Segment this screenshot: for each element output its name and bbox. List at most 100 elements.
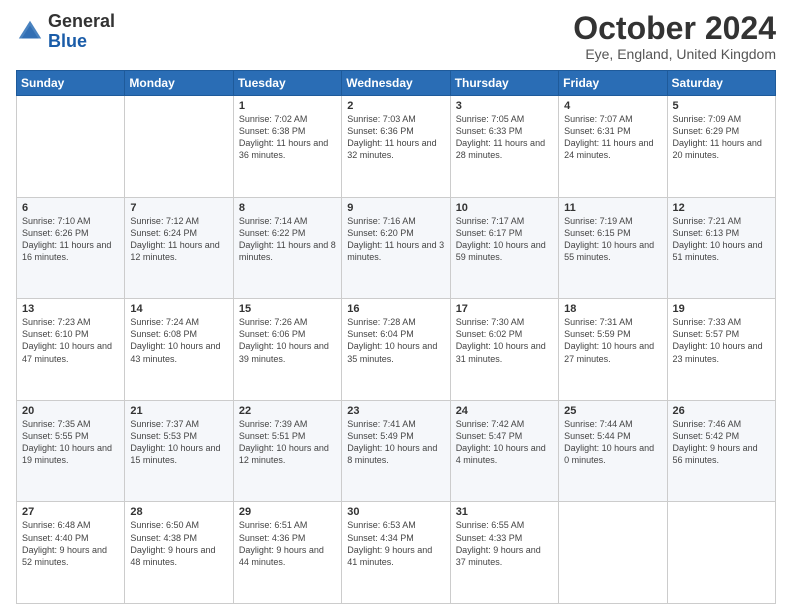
calendar-cell: 5Sunrise: 7:09 AM Sunset: 6:29 PM Daylig… xyxy=(667,96,775,198)
day-info: Sunrise: 7:24 AM Sunset: 6:08 PM Dayligh… xyxy=(130,316,227,365)
day-of-week-header: Wednesday xyxy=(342,71,450,96)
day-number: 14 xyxy=(130,303,227,315)
calendar-cell: 4Sunrise: 7:07 AM Sunset: 6:31 PM Daylig… xyxy=(559,96,667,198)
day-number: 1 xyxy=(239,100,336,112)
calendar-week-row: 27Sunrise: 6:48 AM Sunset: 4:40 PM Dayli… xyxy=(17,502,776,604)
day-number: 11 xyxy=(564,202,661,214)
calendar-cell: 13Sunrise: 7:23 AM Sunset: 6:10 PM Dayli… xyxy=(17,299,125,401)
calendar-cell: 8Sunrise: 7:14 AM Sunset: 6:22 PM Daylig… xyxy=(233,197,341,299)
calendar-cell: 11Sunrise: 7:19 AM Sunset: 6:15 PM Dayli… xyxy=(559,197,667,299)
logo-blue-text: Blue xyxy=(48,31,87,51)
logo-general-text: General xyxy=(48,11,115,31)
header: General Blue October 2024 Eye, England, … xyxy=(16,12,776,62)
calendar-cell xyxy=(17,96,125,198)
day-number: 15 xyxy=(239,303,336,315)
day-of-week-header: Tuesday xyxy=(233,71,341,96)
day-info: Sunrise: 7:30 AM Sunset: 6:02 PM Dayligh… xyxy=(456,316,553,365)
calendar-cell: 12Sunrise: 7:21 AM Sunset: 6:13 PM Dayli… xyxy=(667,197,775,299)
calendar-cell: 14Sunrise: 7:24 AM Sunset: 6:08 PM Dayli… xyxy=(125,299,233,401)
title-area: October 2024 Eye, England, United Kingdo… xyxy=(573,12,776,62)
day-info: Sunrise: 6:48 AM Sunset: 4:40 PM Dayligh… xyxy=(22,519,119,568)
day-number: 8 xyxy=(239,202,336,214)
day-info: Sunrise: 7:14 AM Sunset: 6:22 PM Dayligh… xyxy=(239,215,336,264)
calendar-cell: 20Sunrise: 7:35 AM Sunset: 5:55 PM Dayli… xyxy=(17,400,125,502)
day-number: 7 xyxy=(130,202,227,214)
location: Eye, England, United Kingdom xyxy=(573,46,776,62)
day-info: Sunrise: 6:51 AM Sunset: 4:36 PM Dayligh… xyxy=(239,519,336,568)
day-info: Sunrise: 7:23 AM Sunset: 6:10 PM Dayligh… xyxy=(22,316,119,365)
calendar-cell: 24Sunrise: 7:42 AM Sunset: 5:47 PM Dayli… xyxy=(450,400,558,502)
day-number: 16 xyxy=(347,303,444,315)
calendar-cell: 10Sunrise: 7:17 AM Sunset: 6:17 PM Dayli… xyxy=(450,197,558,299)
calendar-cell: 18Sunrise: 7:31 AM Sunset: 5:59 PM Dayli… xyxy=(559,299,667,401)
calendar-cell: 30Sunrise: 6:53 AM Sunset: 4:34 PM Dayli… xyxy=(342,502,450,604)
day-number: 17 xyxy=(456,303,553,315)
day-number: 24 xyxy=(456,405,553,417)
calendar-table: SundayMondayTuesdayWednesdayThursdayFrid… xyxy=(16,70,776,604)
day-number: 23 xyxy=(347,405,444,417)
day-info: Sunrise: 7:44 AM Sunset: 5:44 PM Dayligh… xyxy=(564,418,661,467)
calendar-cell: 15Sunrise: 7:26 AM Sunset: 6:06 PM Dayli… xyxy=(233,299,341,401)
calendar-cell: 22Sunrise: 7:39 AM Sunset: 5:51 PM Dayli… xyxy=(233,400,341,502)
day-of-week-header: Friday xyxy=(559,71,667,96)
day-info: Sunrise: 7:35 AM Sunset: 5:55 PM Dayligh… xyxy=(22,418,119,467)
calendar-cell: 19Sunrise: 7:33 AM Sunset: 5:57 PM Dayli… xyxy=(667,299,775,401)
day-number: 18 xyxy=(564,303,661,315)
calendar-cell: 7Sunrise: 7:12 AM Sunset: 6:24 PM Daylig… xyxy=(125,197,233,299)
calendar-cell: 29Sunrise: 6:51 AM Sunset: 4:36 PM Dayli… xyxy=(233,502,341,604)
day-of-week-header: Saturday xyxy=(667,71,775,96)
day-number: 3 xyxy=(456,100,553,112)
day-number: 21 xyxy=(130,405,227,417)
day-info: Sunrise: 7:31 AM Sunset: 5:59 PM Dayligh… xyxy=(564,316,661,365)
calendar-cell: 9Sunrise: 7:16 AM Sunset: 6:20 PM Daylig… xyxy=(342,197,450,299)
calendar-cell: 16Sunrise: 7:28 AM Sunset: 6:04 PM Dayli… xyxy=(342,299,450,401)
day-info: Sunrise: 7:41 AM Sunset: 5:49 PM Dayligh… xyxy=(347,418,444,467)
day-number: 29 xyxy=(239,506,336,518)
calendar-cell: 6Sunrise: 7:10 AM Sunset: 6:26 PM Daylig… xyxy=(17,197,125,299)
calendar-cell xyxy=(559,502,667,604)
day-info: Sunrise: 6:53 AM Sunset: 4:34 PM Dayligh… xyxy=(347,519,444,568)
day-number: 25 xyxy=(564,405,661,417)
month-title: October 2024 xyxy=(573,12,776,44)
calendar-week-row: 6Sunrise: 7:10 AM Sunset: 6:26 PM Daylig… xyxy=(17,197,776,299)
day-number: 4 xyxy=(564,100,661,112)
day-info: Sunrise: 7:21 AM Sunset: 6:13 PM Dayligh… xyxy=(673,215,770,264)
logo-text: General Blue xyxy=(48,12,115,52)
day-info: Sunrise: 7:07 AM Sunset: 6:31 PM Dayligh… xyxy=(564,113,661,162)
day-number: 5 xyxy=(673,100,770,112)
day-info: Sunrise: 7:37 AM Sunset: 5:53 PM Dayligh… xyxy=(130,418,227,467)
day-number: 22 xyxy=(239,405,336,417)
calendar-cell xyxy=(125,96,233,198)
day-info: Sunrise: 7:05 AM Sunset: 6:33 PM Dayligh… xyxy=(456,113,553,162)
day-number: 13 xyxy=(22,303,119,315)
day-number: 27 xyxy=(22,506,119,518)
day-number: 20 xyxy=(22,405,119,417)
calendar-cell: 31Sunrise: 6:55 AM Sunset: 4:33 PM Dayli… xyxy=(450,502,558,604)
day-of-week-header: Sunday xyxy=(17,71,125,96)
day-info: Sunrise: 7:46 AM Sunset: 5:42 PM Dayligh… xyxy=(673,418,770,467)
day-number: 19 xyxy=(673,303,770,315)
day-number: 31 xyxy=(456,506,553,518)
calendar-cell: 25Sunrise: 7:44 AM Sunset: 5:44 PM Dayli… xyxy=(559,400,667,502)
day-number: 2 xyxy=(347,100,444,112)
logo-icon xyxy=(16,18,44,46)
day-info: Sunrise: 7:26 AM Sunset: 6:06 PM Dayligh… xyxy=(239,316,336,365)
calendar-cell: 23Sunrise: 7:41 AM Sunset: 5:49 PM Dayli… xyxy=(342,400,450,502)
calendar-week-row: 13Sunrise: 7:23 AM Sunset: 6:10 PM Dayli… xyxy=(17,299,776,401)
day-info: Sunrise: 7:17 AM Sunset: 6:17 PM Dayligh… xyxy=(456,215,553,264)
calendar-week-row: 20Sunrise: 7:35 AM Sunset: 5:55 PM Dayli… xyxy=(17,400,776,502)
day-info: Sunrise: 7:28 AM Sunset: 6:04 PM Dayligh… xyxy=(347,316,444,365)
day-info: Sunrise: 7:09 AM Sunset: 6:29 PM Dayligh… xyxy=(673,113,770,162)
day-info: Sunrise: 7:42 AM Sunset: 5:47 PM Dayligh… xyxy=(456,418,553,467)
calendar-cell: 1Sunrise: 7:02 AM Sunset: 6:38 PM Daylig… xyxy=(233,96,341,198)
calendar-cell: 21Sunrise: 7:37 AM Sunset: 5:53 PM Dayli… xyxy=(125,400,233,502)
calendar-week-row: 1Sunrise: 7:02 AM Sunset: 6:38 PM Daylig… xyxy=(17,96,776,198)
calendar-cell: 26Sunrise: 7:46 AM Sunset: 5:42 PM Dayli… xyxy=(667,400,775,502)
day-number: 10 xyxy=(456,202,553,214)
calendar-cell: 3Sunrise: 7:05 AM Sunset: 6:33 PM Daylig… xyxy=(450,96,558,198)
day-info: Sunrise: 7:10 AM Sunset: 6:26 PM Dayligh… xyxy=(22,215,119,264)
day-number: 28 xyxy=(130,506,227,518)
calendar-header-row: SundayMondayTuesdayWednesdayThursdayFrid… xyxy=(17,71,776,96)
day-number: 6 xyxy=(22,202,119,214)
calendar-cell: 28Sunrise: 6:50 AM Sunset: 4:38 PM Dayli… xyxy=(125,502,233,604)
